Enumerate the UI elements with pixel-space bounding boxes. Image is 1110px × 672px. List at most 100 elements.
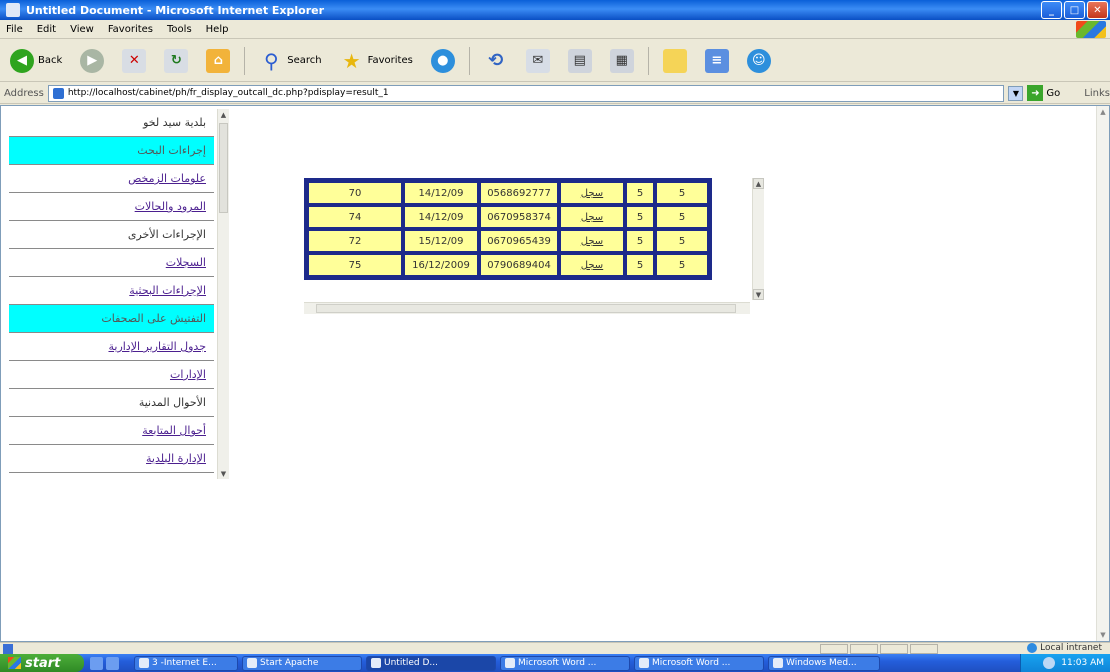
media-player-icon — [773, 658, 783, 668]
windows-flag-icon — [8, 657, 21, 669]
toolbar-separator — [244, 46, 246, 75]
favorites-button[interactable]: ★ Favorites — [336, 45, 417, 77]
taskbar-item-word[interactable]: Microsoft Word ... — [500, 655, 630, 671]
address-dropdown-button[interactable]: ▼ — [1008, 85, 1024, 101]
menu-tools[interactable]: Tools — [167, 24, 192, 35]
status-pane — [820, 644, 848, 654]
table-row: 74 14/12/09 0670958374 سجل 5 5 — [308, 206, 708, 228]
sidebar-link[interactable]: جدول التقارير الإدارية — [9, 333, 214, 361]
word-icon — [639, 658, 649, 668]
sidebar-section-header: التفتيش على الصحفات — [9, 305, 214, 333]
sidebar-item[interactable]: الأحوال المدنية — [9, 389, 214, 417]
go-button[interactable]: ➜ Go — [1027, 85, 1060, 101]
cell-link[interactable]: سجل — [560, 206, 624, 228]
page-content: بلدية سيد لخو إجراءات البحث علومات الزمخ… — [0, 105, 1110, 642]
research-button[interactable]: ≡ — [701, 45, 733, 77]
quick-launch-icon[interactable] — [106, 656, 119, 670]
address-label: Address — [4, 87, 44, 99]
cell-link[interactable]: سجل — [560, 182, 624, 204]
sidebar-link[interactable]: علومات الزمخص — [9, 165, 214, 193]
menu-edit[interactable]: Edit — [37, 24, 56, 35]
menu-help[interactable]: Help — [206, 24, 229, 35]
scroll-up-icon[interactable]: ▲ — [218, 109, 229, 120]
back-label: Back — [38, 55, 63, 66]
windows-logo-icon — [1076, 21, 1106, 38]
cell-phone: 0790689404 — [480, 254, 558, 276]
address-url: http://localhost/cabinet/ph/fr_display_o… — [67, 88, 389, 98]
scroll-down-icon[interactable]: ▼ — [1097, 629, 1109, 641]
results-vertical-scrollbar[interactable]: ▲ ▼ — [752, 178, 764, 300]
cell-date: 14/12/09 — [404, 182, 478, 204]
tray-icon[interactable] — [1043, 657, 1056, 669]
menu-view[interactable]: View — [70, 24, 94, 35]
refresh-button[interactable]: ↻ — [160, 45, 192, 77]
sidebar-link[interactable]: السجلات — [9, 249, 214, 277]
search-icon: ⚲ — [263, 48, 279, 73]
results-table: 70 14/12/09 0568692777 سجل 5 5 74 14/12/… — [304, 178, 712, 280]
cell-date: 14/12/09 — [404, 206, 478, 228]
menu-file[interactable]: File — [6, 24, 23, 35]
cell-value: 5 — [626, 182, 654, 204]
cell-value: 5 — [656, 206, 708, 228]
mail-button[interactable]: ✉ — [522, 45, 554, 77]
close-button[interactable]: ✕ — [1087, 1, 1108, 19]
print-button[interactable]: ▤ — [564, 45, 596, 77]
scroll-up-icon[interactable]: ▲ — [753, 178, 764, 189]
menu-bar: File Edit View Favorites Tools Help — [0, 20, 1110, 39]
history-button[interactable]: ⟲ — [480, 45, 512, 77]
cell-date: 16/12/2009 — [404, 254, 478, 276]
task-label: Start Apache — [260, 658, 319, 668]
forward-icon: ▶ — [80, 48, 105, 73]
cell-link[interactable]: سجل — [560, 254, 624, 276]
cell-link[interactable]: سجل — [560, 230, 624, 252]
maximize-button[interactable]: □ — [1064, 1, 1085, 19]
taskbar-item-ie[interactable]: 3 -Internet E... — [134, 655, 238, 671]
sidebar-menu: بلدية سيد لخو إجراءات البحث علومات الزمخ… — [9, 109, 214, 473]
menu-favorites[interactable]: Favorites — [108, 24, 153, 35]
edit-button[interactable]: ▦ — [606, 45, 638, 77]
task-label: Microsoft Word ... — [652, 658, 731, 668]
back-button[interactable]: ◀ Back — [6, 45, 66, 77]
scroll-down-icon[interactable]: ▼ — [753, 289, 764, 300]
quick-launch-icon[interactable] — [90, 656, 103, 670]
results-horizontal-scrollbar[interactable] — [304, 302, 750, 314]
cell-phone: 0568692777 — [480, 182, 558, 204]
page-scrollbar[interactable]: ▲ ▼ — [1096, 106, 1109, 641]
links-label[interactable]: Links — [1084, 88, 1110, 99]
folder-button[interactable] — [659, 45, 691, 77]
taskbar-item-apache[interactable]: Start Apache — [242, 655, 362, 671]
go-arrow-icon: ➜ — [1027, 85, 1044, 101]
scroll-down-icon[interactable]: ▼ — [218, 468, 229, 479]
sidebar-link[interactable]: الإدارة البلدية — [9, 445, 214, 473]
sidebar-link[interactable]: الإجراءات البحثية — [9, 277, 214, 305]
forward-button[interactable]: ▶ — [76, 45, 108, 77]
window-controls: _ □ ✕ — [1041, 1, 1108, 19]
stop-button[interactable]: ✕ — [118, 45, 150, 77]
search-button[interactable]: ⚲ Search — [255, 45, 325, 77]
go-label: Go — [1046, 87, 1061, 99]
sidebar-scrollbar[interactable]: ▲ ▼ — [217, 109, 229, 479]
scroll-thumb[interactable] — [316, 304, 736, 313]
scroll-thumb[interactable] — [219, 123, 228, 213]
status-pane — [850, 644, 878, 654]
quick-launch — [90, 656, 130, 670]
security-zone: Local intranet — [1027, 643, 1102, 653]
taskbar-item-media-player[interactable]: Windows Med... — [768, 655, 880, 671]
start-label: start — [25, 655, 61, 671]
minimize-button[interactable]: _ — [1041, 1, 1062, 19]
sidebar-link[interactable]: المرود والحالات — [9, 193, 214, 221]
taskbar-item-word[interactable]: Microsoft Word ... — [634, 655, 764, 671]
sidebar-item[interactable]: الإجراءات الأخرى — [9, 221, 214, 249]
cell-date: 15/12/09 — [404, 230, 478, 252]
scroll-up-icon[interactable]: ▲ — [1097, 106, 1109, 118]
sidebar-link[interactable]: الإدارات — [9, 361, 214, 389]
home-button[interactable]: ⌂ — [202, 45, 234, 77]
messenger-button[interactable]: ☺ — [743, 45, 775, 77]
task-label: Windows Med... — [786, 658, 857, 668]
start-button[interactable]: start — [0, 654, 84, 672]
address-input[interactable]: http://localhost/cabinet/ph/fr_display_o… — [47, 84, 1005, 102]
taskbar-item-dreamweaver[interactable]: Untitled D... — [366, 655, 496, 671]
sidebar-link[interactable]: أحوال المتابعة — [9, 417, 214, 445]
media-button[interactable]: ● — [427, 45, 459, 77]
folder-icon — [662, 48, 687, 73]
